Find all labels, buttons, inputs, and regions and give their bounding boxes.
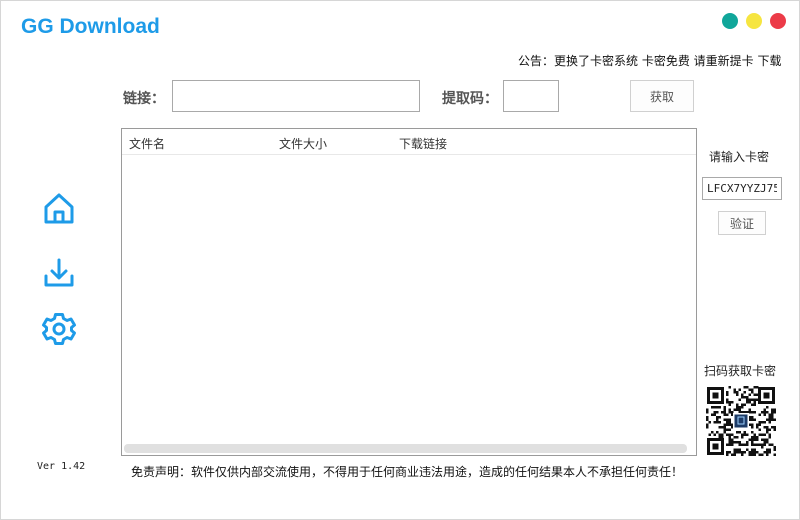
verify-button[interactable]: 验证 bbox=[718, 211, 766, 235]
extract-code-label: 提取码： bbox=[442, 91, 498, 107]
card-key-input[interactable] bbox=[702, 177, 782, 200]
horizontal-scrollbar[interactable] bbox=[124, 444, 687, 453]
table-header: 文件名 文件大小 下载链接 bbox=[122, 129, 696, 155]
home-icon[interactable] bbox=[41, 191, 77, 231]
fetch-button[interactable]: 获取 bbox=[630, 80, 694, 112]
notice-marquee: 公告：更换了卡密系统 卡密免费 请重新提卡 下载 bbox=[518, 54, 782, 68]
extract-code-input[interactable] bbox=[503, 80, 559, 112]
column-header-filename[interactable]: 文件名 bbox=[129, 135, 165, 152]
link-input[interactable] bbox=[172, 80, 420, 112]
card-key-label: 请输入卡密 bbox=[709, 150, 770, 164]
gear-icon[interactable] bbox=[41, 311, 77, 351]
version-label: Ver 1.42 bbox=[37, 461, 86, 472]
qr-label: 扫码获取卡密 bbox=[704, 364, 777, 378]
column-header-download-link[interactable]: 下载链接 bbox=[399, 135, 447, 152]
minimize-button[interactable] bbox=[722, 13, 738, 29]
file-table[interactable]: 文件名 文件大小 下载链接 bbox=[121, 128, 697, 456]
maximize-button[interactable] bbox=[746, 13, 762, 29]
link-label: 链接： bbox=[123, 91, 165, 107]
disclaimer-text: 免责声明：软件仅供内部交流使用，不得用于任何商业违法用途，造成的任何结果本人不承… bbox=[131, 465, 684, 479]
close-button[interactable] bbox=[770, 13, 786, 29]
app-title: GG Download bbox=[21, 15, 160, 38]
column-header-filesize[interactable]: 文件大小 bbox=[279, 135, 327, 152]
download-icon[interactable] bbox=[41, 256, 77, 296]
qr-code-image bbox=[706, 386, 776, 456]
app-window: GG Download 公告：更换了卡密系统 卡密免费 请重新提卡 下载 链接：… bbox=[0, 0, 800, 520]
